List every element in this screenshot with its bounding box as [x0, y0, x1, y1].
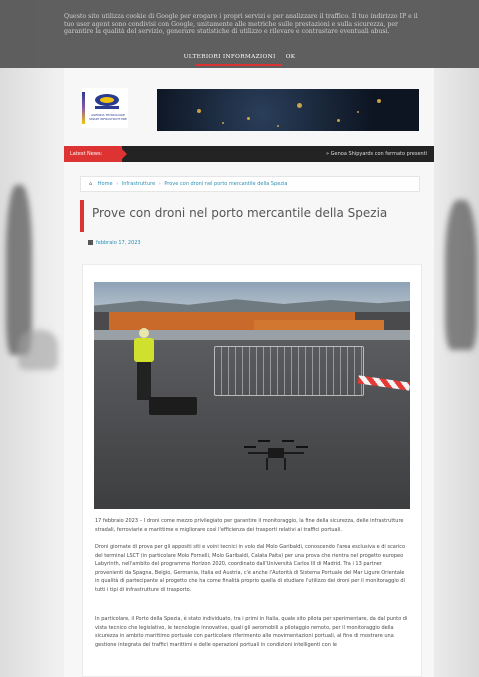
- cookie-more-info-link[interactable]: ULTERIORI INFORMAZIONI: [184, 54, 276, 60]
- article-card: 17 febbraio 2023 – I droni come mezzo pr…: [82, 264, 422, 677]
- calendar-icon: [88, 240, 93, 245]
- breadcrumb-home[interactable]: Home: [98, 181, 113, 187]
- cookie-ok-button[interactable]: OK: [286, 54, 296, 60]
- main-container: AGENZIA TECNOLOGIE SMART INFRASTRUTTURE …: [64, 68, 434, 677]
- ticker-headline[interactable]: » Genoa Shipyards con fermato presenti: [326, 146, 434, 162]
- cookie-actions: ULTERIORI INFORMAZIONI OK: [0, 54, 479, 60]
- post-date-text[interactable]: febbraio 17, 2023: [96, 240, 141, 246]
- page-title: Prove con droni nel porto mercantile del…: [92, 206, 388, 220]
- home-icon[interactable]: ⌂: [89, 181, 92, 187]
- article-paragraph: 17 febbraio 2023 – I droni come mezzo pr…: [95, 518, 404, 533]
- cookie-text: Questo sito utilizza cookie di Google pe…: [64, 13, 418, 36]
- worker-figure: [130, 326, 158, 400]
- logo-text: AGENZIA TECNOLOGIE SMART INFRASTRUTTURE: [89, 113, 127, 121]
- ticker-tag: Latest News:: [64, 146, 127, 162]
- title-accent: [80, 200, 84, 232]
- breadcrumb-current: Prove con droni nel porto mercantile del…: [164, 181, 288, 187]
- background-figure: [18, 330, 58, 370]
- background-figure: [445, 200, 477, 350]
- article-photo: [94, 282, 410, 509]
- cookie-underline: [196, 64, 282, 66]
- post-date: febbraio 17, 2023: [88, 240, 141, 246]
- article-paragraph: Droni giornate di prova per gli appositi…: [95, 544, 406, 593]
- equipment-case: [149, 397, 197, 415]
- logo-icon: [95, 94, 119, 109]
- site-logo[interactable]: AGENZIA TECNOLOGIE SMART INFRASTRUTTURE: [82, 88, 128, 128]
- article-paragraph: In particolare, il Porto della Spezia, è…: [95, 616, 408, 648]
- drone-figure: [244, 440, 308, 470]
- breadcrumb: ⌂ Home › Infrastrutture › Prove con dron…: [80, 176, 420, 192]
- background-figure: [6, 185, 32, 355]
- cookie-banner: Questo sito utilizza cookie di Google pe…: [0, 0, 479, 68]
- breadcrumb-section[interactable]: Infrastrutture: [122, 181, 155, 187]
- news-ticker: Latest News: » Genoa Shipyards con ferma…: [64, 146, 434, 162]
- header-banner-image: [157, 89, 419, 131]
